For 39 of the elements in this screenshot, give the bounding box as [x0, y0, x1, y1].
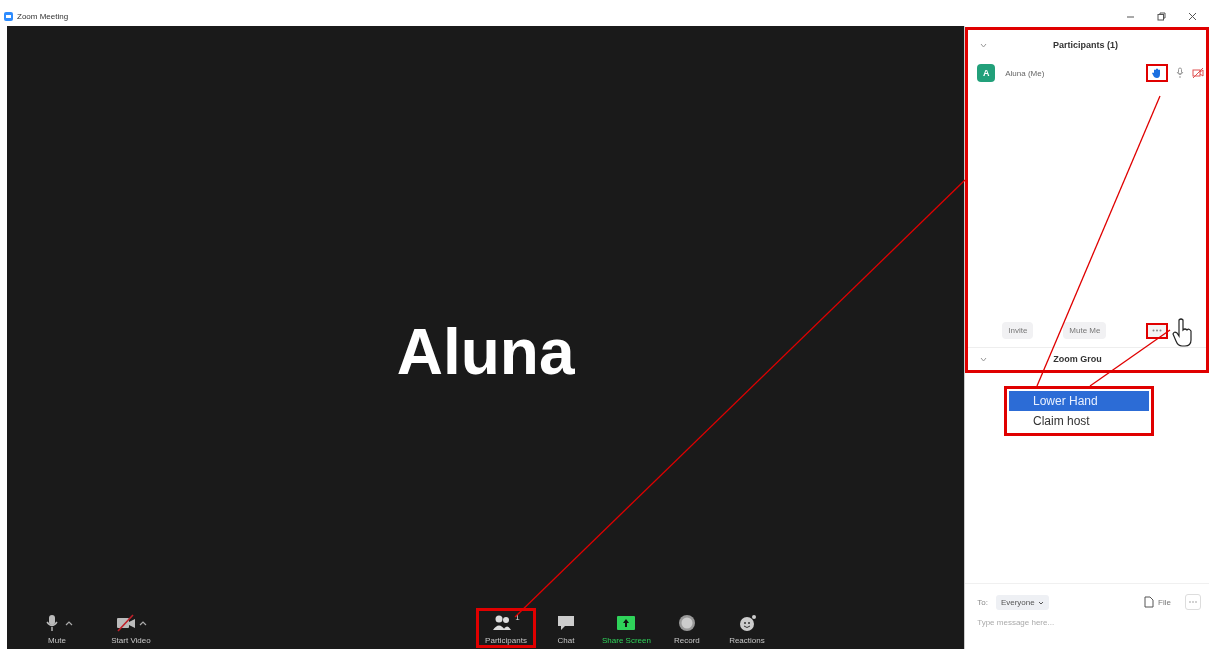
close-icon[interactable]	[1188, 11, 1197, 21]
hand-cursor-icon	[1172, 318, 1194, 348]
participant-count: 1	[515, 613, 520, 622]
record-button[interactable]: Record	[656, 608, 717, 648]
chat-button[interactable]: Chat	[536, 608, 596, 648]
chevron-icon[interactable]	[980, 42, 988, 48]
reactions-button[interactable]: Reactions	[716, 608, 777, 648]
mic-button[interactable]: Mute	[27, 608, 87, 648]
window-title: Zoom Meeting	[17, 11, 69, 21]
camera-icon	[4, 11, 13, 21]
microphone-icon	[1174, 67, 1186, 79]
avatar: A	[977, 64, 996, 82]
participant-name: Aluna	[396, 315, 575, 389]
more-button[interactable]	[1146, 322, 1169, 339]
participant-name: Aluna (Me)	[1005, 68, 1046, 78]
share-button[interactable]: Share Screen	[596, 608, 657, 648]
recipient-dropdown[interactable]: Everyone	[995, 594, 1049, 610]
menu-item[interactable]: Lower Hand	[1009, 391, 1149, 411]
to-label: To:	[977, 597, 988, 607]
caret-icon	[1037, 600, 1044, 605]
video-button[interactable]: Start Video	[101, 608, 161, 648]
panel-button[interactable]: Mute Me	[1063, 322, 1107, 339]
participants-button[interactable]: 1 Participants	[476, 608, 536, 648]
chevron-icon[interactable]	[980, 356, 988, 362]
chat-title: Zoom Grou	[1053, 354, 1102, 364]
share-screen-icon	[616, 614, 637, 632]
file-icon	[1144, 596, 1155, 608]
ellipsis-icon	[1152, 329, 1163, 332]
file-button[interactable]: File	[1138, 595, 1177, 609]
video-off-icon	[1192, 67, 1204, 79]
panel-button[interactable]: Invite	[1002, 322, 1034, 339]
record-icon	[676, 614, 697, 632]
chat-bubble-icon	[556, 614, 576, 632]
caret-icon[interactable]	[138, 620, 147, 626]
video-off-icon	[115, 614, 136, 632]
panel-title: Participants (1)	[1052, 40, 1120, 50]
caret-icon[interactable]	[64, 620, 73, 626]
restore-icon[interactable]	[1157, 11, 1166, 21]
people-icon	[492, 614, 513, 632]
